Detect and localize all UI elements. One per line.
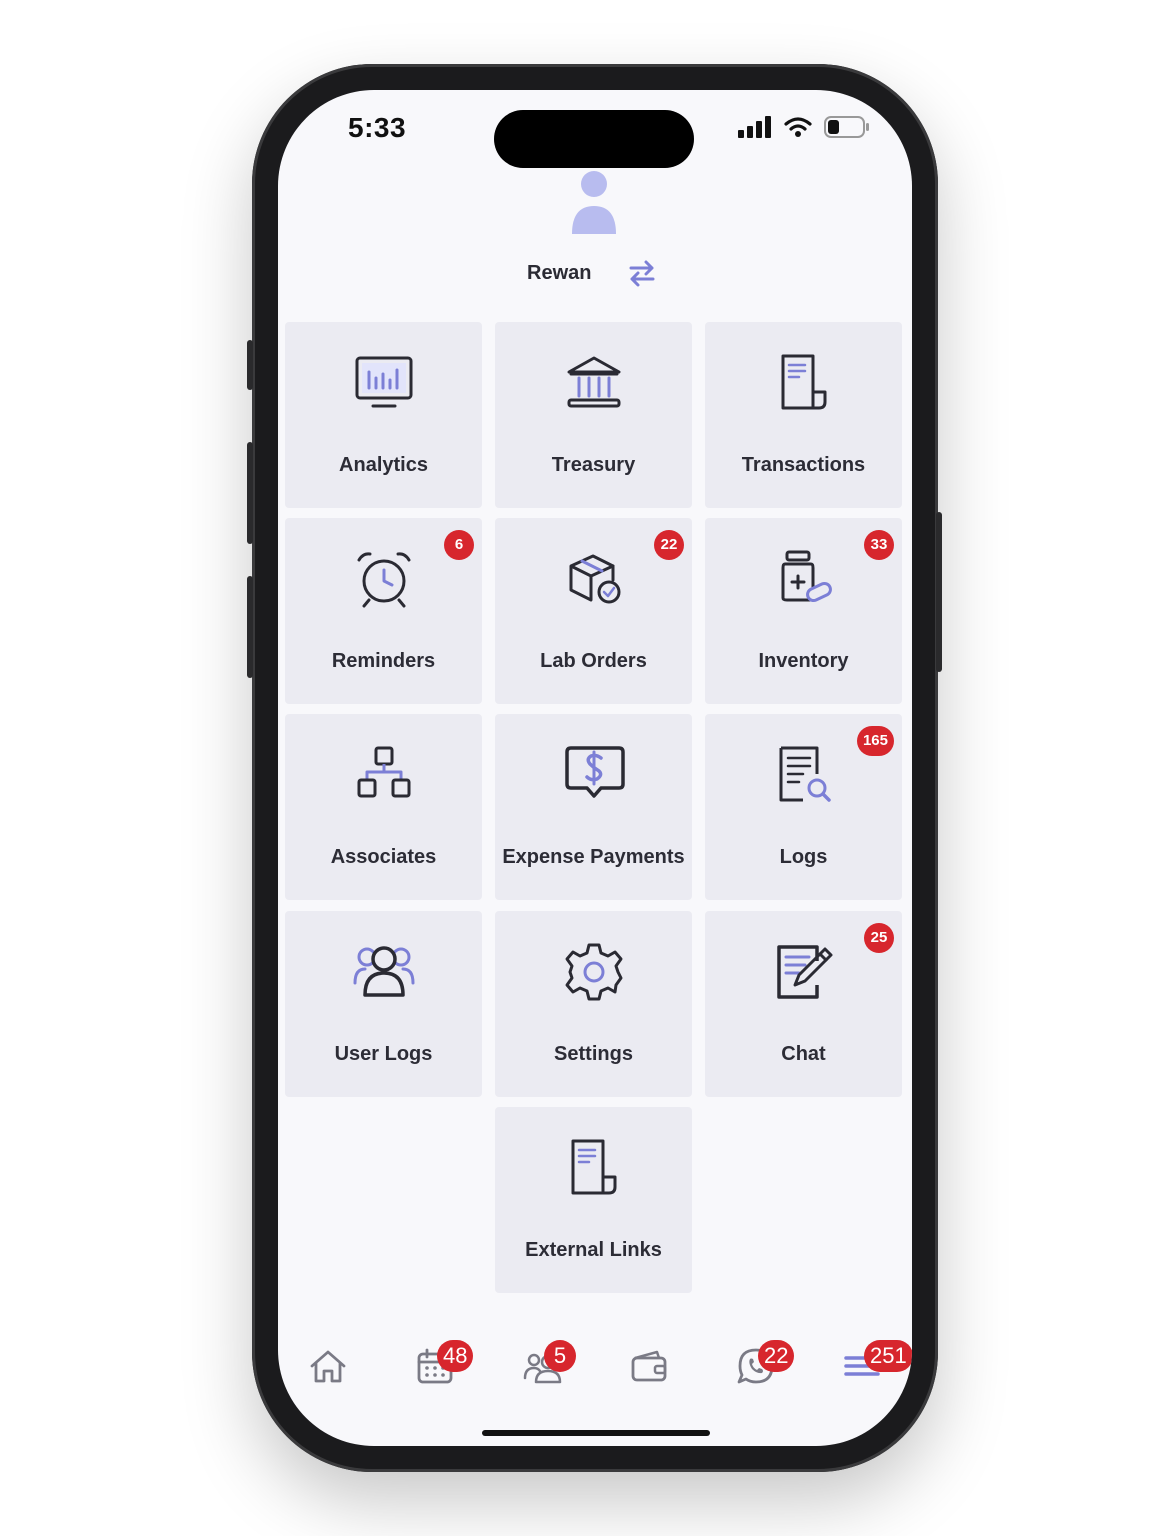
status-time: 5:33 [348,112,407,143]
tile-user-logs[interactable]: User Logs [285,911,482,1097]
tile-transactions[interactable]: Transactions [705,322,902,508]
tile-expense-payments[interactable]: Expense Payments [495,714,692,900]
status-bar: 5:33 [278,90,912,168]
dynamic-island [494,110,694,168]
status-icons [738,116,870,138]
tile-label: Reminders [331,650,436,672]
home-indicator[interactable] [482,1430,710,1436]
notification-badge: 33 [864,530,894,560]
user-name: Rewan [527,262,592,284]
alarm-clock-icon [357,552,411,608]
tile-label: Logs [779,846,828,868]
wallet-icon [631,1350,667,1382]
tab-badge: 22 [758,1340,795,1372]
tile-label: Chat [781,1043,826,1065]
phone-frame: 5:33 Rewan Analytics Treasury Transactio… [247,64,942,1472]
notification-badge: 25 [864,923,894,953]
volume-down-button [247,576,253,678]
tab-menu[interactable]: 251 [842,1340,912,1386]
package-check-icon [569,554,621,604]
tile-label: Inventory [758,650,849,672]
payment-chat-icon [565,746,625,798]
wifi-icon [784,117,812,137]
notification-badge: 6 [444,530,474,560]
tile-chat[interactable]: Chat 25 [705,911,902,1097]
power-button [936,512,942,672]
avatar-icon[interactable] [566,170,622,234]
tile-label: Analytics [339,454,428,476]
analytics-monitor-icon [355,356,413,408]
app-screen: 5:33 Rewan Analytics Treasury Transactio… [278,90,912,1446]
log-search-icon [779,746,831,802]
tile-treasury[interactable]: Treasury [495,322,692,508]
modules-grid: Analytics Treasury Transactions Reminder… [285,322,905,1302]
bottom-tab-bar: 48 5 22 251 [278,1328,912,1398]
tile-reminders[interactable]: Reminders 6 [285,518,482,704]
home-icon [310,1350,346,1383]
tile-logs[interactable]: Logs 165 [705,714,902,900]
tile-label: Expense Payments [502,846,685,868]
tab-badge: 5 [544,1340,576,1372]
tile-analytics[interactable]: Analytics [285,322,482,508]
gear-icon [565,943,623,1001]
bank-icon [567,356,621,408]
notification-badge: 22 [654,530,684,560]
tab-whatsapp[interactable]: 22 [736,1340,795,1386]
tile-label: Settings [554,1043,633,1065]
tile-label: User Logs [334,1043,433,1065]
tile-associates[interactable]: Associates [285,714,482,900]
tile-external-links[interactable]: External Links [495,1107,692,1293]
tile-label: Transactions [741,454,866,476]
tile-label: Lab Orders [540,650,647,672]
battery-icon [824,116,869,138]
profile-header: Rewan [278,162,912,312]
swap-arrows-icon[interactable] [627,258,657,288]
document-icon [571,1139,617,1195]
tab-home[interactable] [308,1346,348,1386]
hierarchy-icon [357,746,411,798]
tile-settings[interactable]: Settings [495,911,692,1097]
medicine-bottle-icon [781,550,832,603]
edit-note-icon [777,945,833,999]
users-icon [353,946,415,997]
tab-people[interactable]: 5 [522,1340,576,1386]
tab-badge: 251 [864,1340,912,1372]
tile-label: External Links [525,1239,662,1261]
document-icon [781,354,827,410]
tab-wallet[interactable] [629,1346,669,1386]
tile-label: Treasury [551,454,636,476]
signal-icon [738,116,771,138]
notification-badge: 165 [856,726,894,756]
tab-badge: 48 [437,1340,474,1372]
tab-calendar[interactable]: 48 [415,1340,474,1386]
tile-inventory[interactable]: Inventory 33 [705,518,902,704]
tile-label: Associates [330,846,437,868]
volume-up-button [247,442,253,544]
silent-switch [247,340,253,390]
tile-lab-orders[interactable]: Lab Orders 22 [495,518,692,704]
